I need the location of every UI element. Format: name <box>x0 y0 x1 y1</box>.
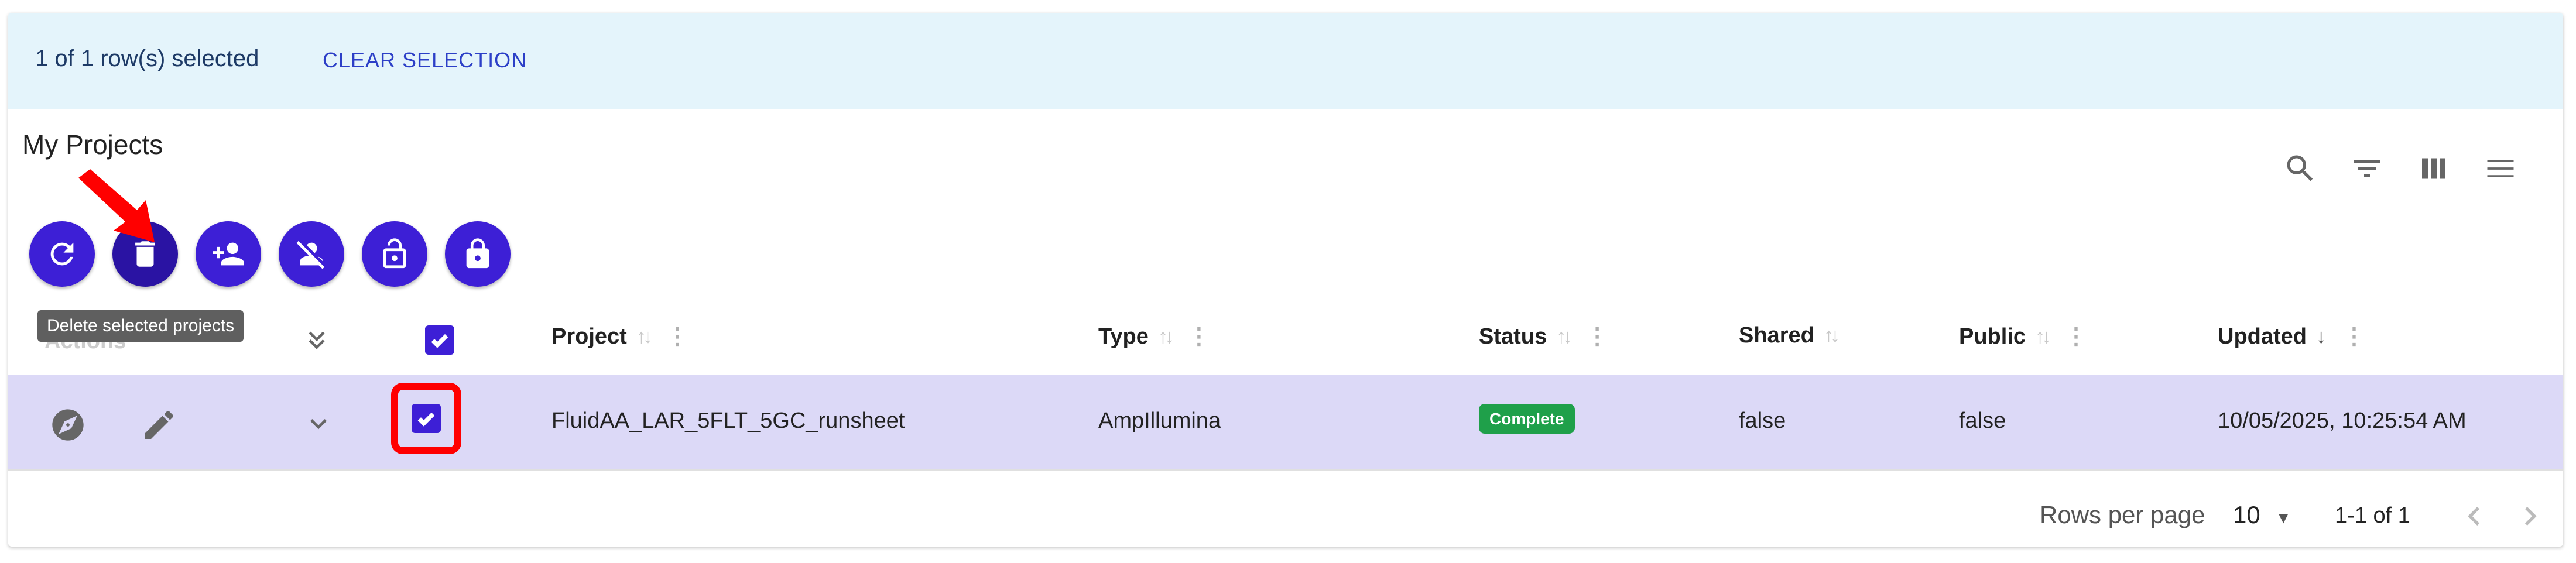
pagination-range: 1-1 of 1 <box>2335 503 2410 528</box>
cell-type: AmpIllumina <box>1098 408 1221 433</box>
page-title: My Projects <box>22 129 163 160</box>
person-off-icon <box>296 241 325 269</box>
selection-bar: 1 of 1 row(s) selected CLEAR SELECTION <box>8 13 2563 109</box>
cell-updated: 10/05/2025, 10:25:54 AM <box>2218 408 2467 433</box>
table-pagination: Rows per page 10 ▼ 1-1 of 1 <box>8 469 2563 547</box>
select-all-checkbox[interactable] <box>425 325 454 355</box>
clear-selection-button[interactable]: CLEAR SELECTION <box>323 48 527 73</box>
edit-icon[interactable] <box>141 406 178 444</box>
projects-card: 1 of 1 row(s) selected CLEAR SELECTION M… <box>8 13 2563 547</box>
search-icon[interactable] <box>2267 147 2334 190</box>
columns-icon[interactable] <box>2400 147 2467 190</box>
lock-icon <box>466 238 489 269</box>
header-project[interactable]: Project ↑↓ ⋮ <box>551 323 689 350</box>
chevron-left-icon[interactable] <box>2455 497 2493 535</box>
row-checkbox[interactable] <box>412 404 441 433</box>
chevron-right-icon[interactable] <box>2512 497 2549 535</box>
header-updated[interactable]: Updated ↓ ⋮ <box>2218 323 2366 350</box>
chevron-down-icon[interactable] <box>302 407 335 440</box>
filter-icon[interactable] <box>2334 147 2400 190</box>
cell-status: Complete <box>1479 404 1575 434</box>
menu-icon[interactable] <box>2467 147 2534 190</box>
header-shared[interactable]: Shared ↑↓ <box>1739 323 1840 348</box>
cell-shared: false <box>1739 408 1786 433</box>
red-arrow-annotation <box>78 169 155 242</box>
table-toolbar <box>2267 147 2534 190</box>
header-public[interactable]: Public ↑↓ ⋮ <box>1959 323 2088 350</box>
rows-per-page-label: Rows per page <box>2040 501 2205 528</box>
cell-project: FluidAA_LAR_5FLT_5GC_runsheet <box>551 408 905 433</box>
make-public-button[interactable] <box>362 221 427 287</box>
selection-count: 1 of 1 row(s) selected <box>35 46 259 71</box>
expand-all-icon[interactable] <box>301 324 333 356</box>
caret-down-icon: ▼ <box>2275 509 2292 527</box>
compass-icon[interactable] <box>49 406 87 444</box>
person-add-icon <box>213 242 244 266</box>
cell-public: false <box>1959 408 2006 433</box>
status-badge: Complete <box>1479 404 1575 434</box>
table-header: Actions Project↑↓⋮ Type↑↓⋮ Status↑↓⋮ Sha… <box>8 305 2563 375</box>
make-private-button[interactable] <box>445 221 511 287</box>
rows-per-page-select[interactable]: 10 ▼ <box>2233 501 2291 529</box>
unshare-user-button[interactable] <box>279 221 344 287</box>
header-type[interactable]: Type ↑↓ ⋮ <box>1098 323 1211 350</box>
delete-tooltip: Delete selected projects <box>37 310 244 342</box>
table-row[interactable]: FluidAA_LAR_5FLT_5GC_runsheet AmpIllumin… <box>8 375 2563 471</box>
lock-open-icon <box>383 238 406 269</box>
share-user-button[interactable] <box>196 221 261 287</box>
header-status[interactable]: Status ↑↓ ⋮ <box>1479 323 1609 350</box>
highlighted-row-checkbox <box>391 383 461 454</box>
